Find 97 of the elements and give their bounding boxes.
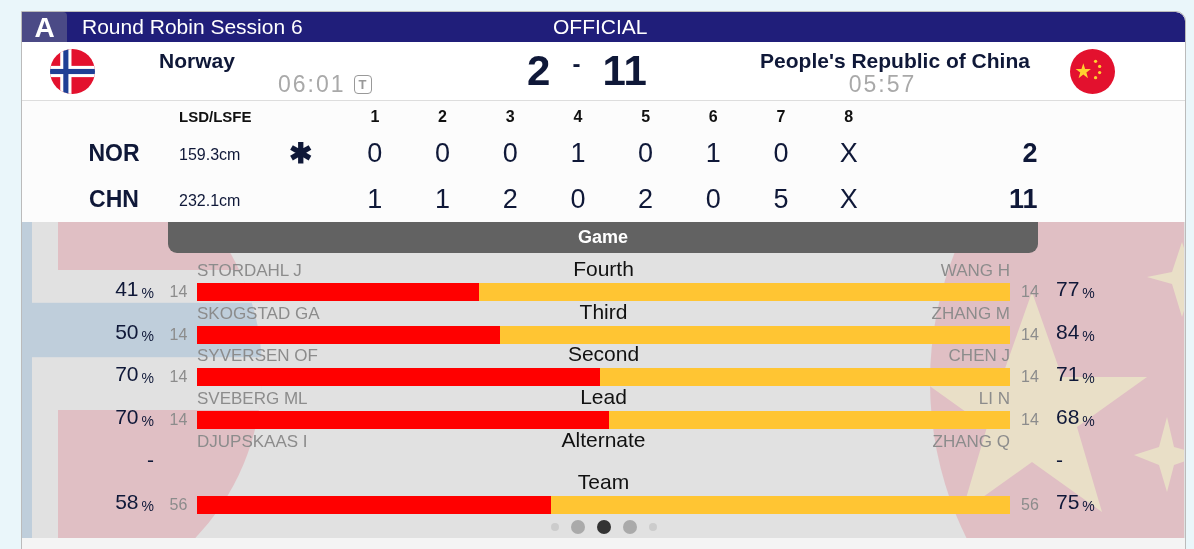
player-name: SVEBERG ML [197, 389, 308, 410]
column-header: 8 [843, 107, 855, 126]
percent-unit: % [1082, 327, 1095, 344]
percent-unit: % [1082, 370, 1095, 387]
column-header: 2 [437, 107, 448, 126]
flag-icon [1070, 48, 1115, 94]
shot-count: 14 [169, 325, 188, 344]
sheet-badge: A [22, 12, 67, 42]
flag-icon [49, 48, 95, 94]
player-name: STORDAHL J [197, 261, 302, 281]
total-score: 2 [1021, 137, 1039, 169]
shot-count: 14 [1021, 368, 1039, 387]
total-score: 11 [1007, 183, 1039, 215]
position-label: Third [579, 299, 628, 324]
column-header: 3 [504, 107, 516, 126]
percentage: - [147, 447, 154, 472]
percentage: 71 [1056, 362, 1080, 387]
table-cell-text: 5 [772, 183, 790, 215]
time-clock: 06:01 [278, 71, 346, 98]
player-name: ZHANG M [931, 303, 1010, 324]
table-cell-text: 1 [434, 183, 452, 215]
percent-unit: % [141, 413, 154, 430]
shot-count: 14 [1021, 283, 1039, 301]
percentage: 77 [1056, 277, 1080, 301]
shot-count: 56 [1021, 496, 1039, 515]
table-cell-text: X [838, 183, 859, 215]
shot-count: 14 [169, 411, 188, 430]
table-cell-text: 1 [704, 137, 722, 169]
column-header: 7 [775, 107, 787, 126]
percentage: 50 [115, 319, 139, 344]
column-header: LSD/LSFE [178, 108, 253, 125]
position-label: Team [577, 470, 630, 495]
percentage: 41 [115, 277, 139, 301]
player-name: SYVERSEN OF [197, 346, 318, 367]
percentage: 58 [115, 490, 139, 515]
table-cell-text: 2 [501, 183, 519, 215]
column-header: 6 [707, 107, 719, 126]
player-name: ZHANG Q [932, 431, 1010, 452]
percentage: 84 [1056, 319, 1080, 344]
position-label: Alternate [561, 427, 646, 452]
table-cell-text: 232.1cm [178, 191, 242, 210]
table-cell-text: X [838, 137, 859, 169]
percentage: 70 [115, 362, 139, 387]
shot-count: 14 [169, 368, 188, 387]
shot-count: 14 [1021, 411, 1039, 430]
team-code: NOR [87, 139, 141, 167]
score-separator: - [572, 50, 581, 78]
percent-unit: % [1082, 498, 1095, 515]
player-name: CHEN J [948, 346, 1010, 367]
hammer-mark: ✱ [288, 136, 312, 170]
percent-unit: % [1082, 413, 1095, 430]
page-dot[interactable] [596, 520, 611, 535]
table-cell-text: 0 [501, 137, 519, 169]
shot-count: 14 [169, 283, 188, 301]
percent-unit: % [141, 285, 154, 301]
table-cell-text: 0 [366, 137, 384, 169]
table-cell-text: 1 [569, 137, 587, 169]
column-header: 1 [369, 107, 381, 126]
column-header: 5 [640, 107, 652, 126]
shot-count: 14 [1021, 325, 1039, 344]
time-clock: 05:57 [848, 71, 917, 98]
percentage: 68 [1056, 405, 1080, 430]
percent-unit: % [141, 370, 154, 387]
player-name: LI N [978, 389, 1010, 410]
position-label: Second [567, 342, 640, 367]
team-score: 2 [527, 47, 551, 95]
table-cell-text: 159.3cm [178, 145, 242, 164]
game-status: OFFICIAL [553, 15, 648, 39]
section-tab[interactable]: Game [168, 222, 1038, 253]
team-code: CHN [88, 185, 140, 213]
player-name: WANG H [940, 261, 1010, 281]
table-cell-text: 0 [772, 137, 790, 169]
timeout-badge: T [353, 75, 372, 94]
column-header: 4 [572, 107, 584, 126]
page-dot[interactable] [570, 520, 585, 535]
table-cell-text: 2 [637, 183, 655, 215]
position-label: Fourth [573, 257, 634, 281]
percentage: 75 [1056, 490, 1080, 515]
table-cell-text: 0 [434, 137, 452, 169]
team-score: 11 [602, 47, 647, 95]
table-cell-text: 1 [366, 183, 384, 215]
percent-unit: % [1082, 285, 1095, 301]
percent-unit: % [141, 327, 154, 344]
page-dot[interactable] [622, 520, 637, 535]
position-label: Lead [580, 385, 627, 410]
percent-unit: % [141, 498, 154, 515]
team-name: People's Republic of China [760, 49, 1030, 73]
player-name: DJUPSKAAS I [197, 431, 308, 452]
percentage: - [1056, 447, 1063, 472]
session-title: Round Robin Session 6 [82, 15, 303, 39]
player-name: SKOGSTAD GA [197, 303, 320, 324]
table-cell-text: 0 [569, 183, 587, 215]
percentage: 70 [115, 405, 139, 430]
shot-count: 56 [169, 496, 188, 515]
table-cell-text: 0 [637, 137, 655, 169]
team-name: Norway [159, 49, 236, 73]
table-cell-text: 0 [704, 183, 722, 215]
